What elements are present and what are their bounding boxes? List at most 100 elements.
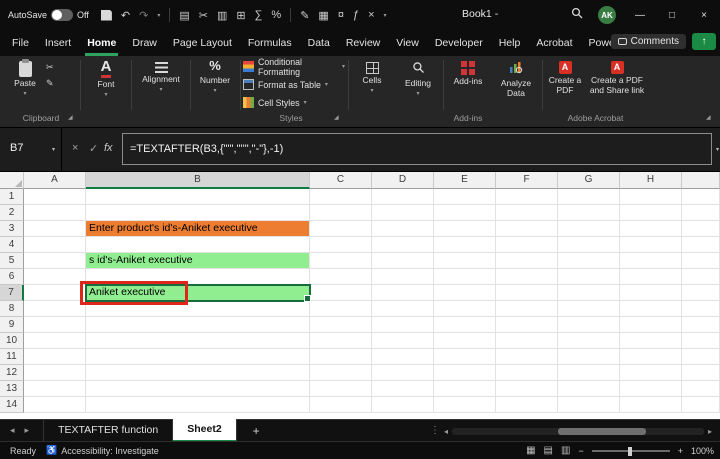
editing-group-button[interactable]: Editing ▾ <box>396 59 440 97</box>
format-as-table-button[interactable]: Format as Table ▾ <box>243 77 345 92</box>
column-header-g[interactable]: G <box>558 172 620 189</box>
column-header-h[interactable]: H <box>620 172 682 189</box>
cell-A3[interactable] <box>24 221 86 237</box>
cell-G2[interactable] <box>558 205 620 221</box>
cell-A11[interactable] <box>24 349 86 365</box>
cell-F1[interactable] <box>496 189 558 205</box>
cell-E3[interactable] <box>434 221 496 237</box>
cell-E11[interactable] <box>434 349 496 365</box>
sheet-nav-right-icon[interactable]: ▸ <box>25 425 30 436</box>
currency-icon[interactable]: ¤ <box>338 9 344 21</box>
cell-E8[interactable] <box>434 301 496 317</box>
clear-icon[interactable]: × <box>368 9 374 21</box>
cell-B11[interactable] <box>86 349 310 365</box>
cell-H1[interactable] <box>620 189 682 205</box>
cell-F11[interactable] <box>496 349 558 365</box>
row-header-1[interactable]: 1 <box>0 189 24 205</box>
cell-E7[interactable] <box>434 285 496 301</box>
cell-G12[interactable] <box>558 365 620 381</box>
sheet-nav-left-icon[interactable]: ◂ <box>10 425 15 436</box>
cell-C3[interactable] <box>310 221 372 237</box>
cell-C4[interactable] <box>310 237 372 253</box>
sheet-tab-sheet2[interactable]: Sheet2 <box>173 419 236 442</box>
format-painter-icon[interactable]: ✎ <box>300 9 309 22</box>
qat-overflow-chevron-icon[interactable]: ▾ <box>384 12 387 19</box>
row-header-9[interactable]: 9 <box>0 317 24 333</box>
cell-B14[interactable] <box>86 397 310 413</box>
ribbon-tab-file[interactable]: File <box>4 30 37 56</box>
zoom-out-icon[interactable]: − <box>578 446 583 456</box>
cell-A2[interactable] <box>24 205 86 221</box>
borders-icon[interactable]: ▦ <box>318 9 328 22</box>
cell-B5[interactable]: s id's-Aniket executive <box>86 253 310 269</box>
cell-F8[interactable] <box>496 301 558 317</box>
cell-G11[interactable] <box>558 349 620 365</box>
close-button[interactable]: × <box>688 0 720 30</box>
create-pdf-share-button[interactable]: A Create a PDF and Share link <box>588 59 646 96</box>
minimize-button[interactable]: — <box>624 0 656 30</box>
normal-view-icon[interactable]: ▦ <box>526 445 535 456</box>
cell-D1[interactable] <box>372 189 434 205</box>
page-break-view-icon[interactable]: ▥ <box>561 445 570 456</box>
cell-partial-8[interactable] <box>682 301 720 317</box>
row-header-6[interactable]: 6 <box>0 269 24 285</box>
scrollbar-thumb[interactable] <box>558 428 646 435</box>
cell-H10[interactable] <box>620 333 682 349</box>
cell-B1[interactable] <box>86 189 310 205</box>
acrobat-dialog-launcher-icon[interactable]: ◢ <box>706 114 711 121</box>
cell-C13[interactable] <box>310 381 372 397</box>
cell-E10[interactable] <box>434 333 496 349</box>
column-header-c[interactable]: C <box>310 172 372 189</box>
cell-A6[interactable] <box>24 269 86 285</box>
cell-F6[interactable] <box>496 269 558 285</box>
cell-F3[interactable] <box>496 221 558 237</box>
ribbon-tab-data[interactable]: Data <box>300 30 338 56</box>
cell-H6[interactable] <box>620 269 682 285</box>
cell-H5[interactable] <box>620 253 682 269</box>
sheet-bar-options-icon[interactable]: ⋮ <box>430 425 440 436</box>
ribbon-tab-formulas[interactable]: Formulas <box>240 30 300 56</box>
function-icon[interactable]: ƒ <box>353 9 359 21</box>
format-painter-icon[interactable]: ✎ <box>46 78 54 89</box>
cell-E12[interactable] <box>434 365 496 381</box>
cell-C10[interactable] <box>310 333 372 349</box>
cell-partial-3[interactable] <box>682 221 720 237</box>
cell-D6[interactable] <box>372 269 434 285</box>
share-button[interactable]: ↑ <box>692 33 716 50</box>
cell-G1[interactable] <box>558 189 620 205</box>
select-all-corner[interactable] <box>0 172 24 189</box>
cells-group-button[interactable]: Cells ▾ <box>351 59 393 95</box>
cell-D14[interactable] <box>372 397 434 413</box>
cell-F13[interactable] <box>496 381 558 397</box>
cell-H9[interactable] <box>620 317 682 333</box>
cell-G13[interactable] <box>558 381 620 397</box>
row-header-8[interactable]: 8 <box>0 301 24 317</box>
cancel-entry-icon[interactable]: × <box>72 142 78 154</box>
cell-G9[interactable] <box>558 317 620 333</box>
name-box[interactable]: B7 ▾ <box>0 128 62 172</box>
cut-icon[interactable]: ✂ <box>46 62 54 73</box>
ribbon-tab-help[interactable]: Help <box>491 30 529 56</box>
row-header-14[interactable]: 14 <box>0 397 24 413</box>
row-header-7[interactable]: 7 <box>0 285 24 301</box>
cell-H13[interactable] <box>620 381 682 397</box>
autosave-control[interactable]: AutoSave Off <box>8 9 89 21</box>
cell-E9[interactable] <box>434 317 496 333</box>
confirm-entry-icon[interactable]: ✓ <box>89 142 98 155</box>
cell-A4[interactable] <box>24 237 86 253</box>
ribbon-tab-acrobat[interactable]: Acrobat <box>528 30 580 56</box>
chart-icon[interactable]: ▥ <box>217 9 227 22</box>
cell-E1[interactable] <box>434 189 496 205</box>
formula-input[interactable]: =TEXTAFTER(B3,{"'","''","-"},-1) <box>122 133 712 165</box>
conditional-formatting-button[interactable]: Conditional Formatting ▾ <box>243 59 345 74</box>
cell-partial-10[interactable] <box>682 333 720 349</box>
cell-D2[interactable] <box>372 205 434 221</box>
styles-dialog-launcher-icon[interactable]: ◢ <box>334 114 339 121</box>
cell-F9[interactable] <box>496 317 558 333</box>
cell-D12[interactable] <box>372 365 434 381</box>
ribbon-tab-review[interactable]: Review <box>338 30 388 56</box>
cell-D13[interactable] <box>372 381 434 397</box>
sheet-tab-textafter-function[interactable]: TEXTAFTER function <box>43 420 173 441</box>
formula-bar-expand-icon[interactable]: ▾ <box>716 146 719 153</box>
cell-E5[interactable] <box>434 253 496 269</box>
